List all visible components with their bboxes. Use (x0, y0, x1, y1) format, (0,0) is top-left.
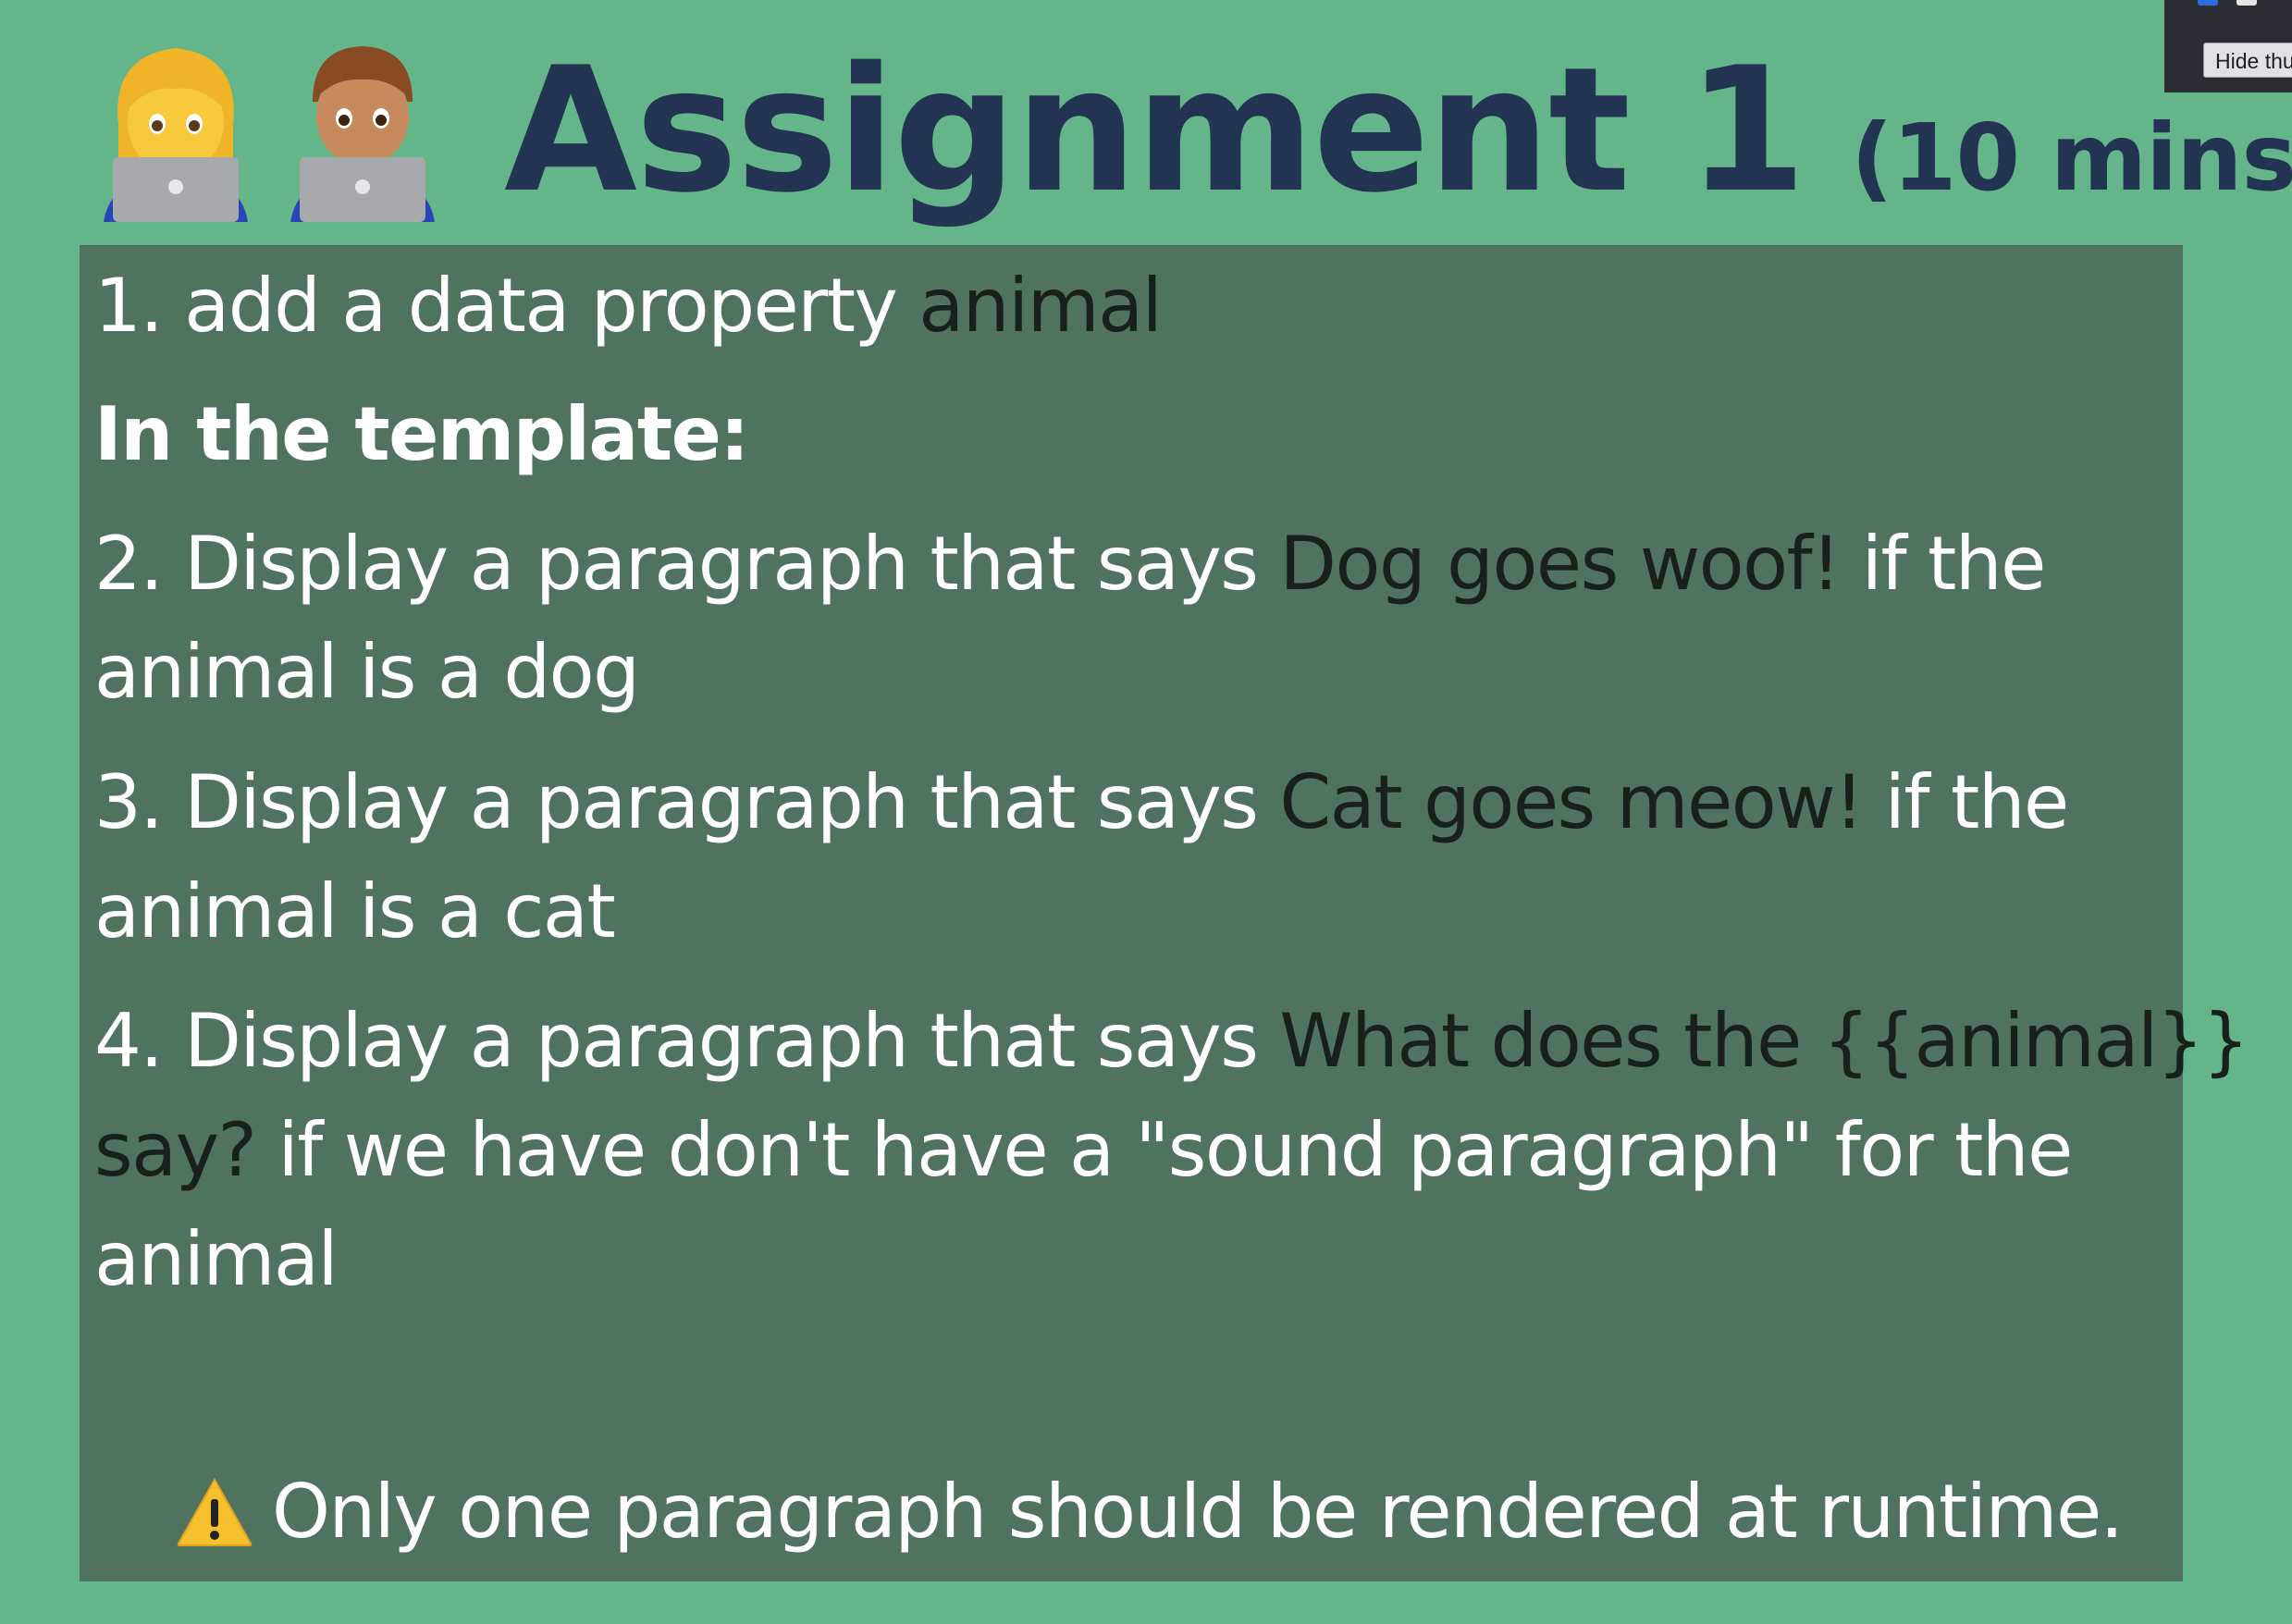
title-text: Assignment 1 (504, 30, 1806, 230)
step-4-line-2: say? if we have don't have a "sound para… (94, 1104, 2073, 1197)
template-heading: In the template: (94, 391, 749, 477)
thumbnail-indicator (2237, 0, 2257, 6)
step-4-code-end: say? (94, 1107, 257, 1193)
instructions-box: 1. add a data property animal In the tem… (80, 245, 2249, 1581)
woman-technologist-icon (92, 37, 259, 222)
step-3-continuation: animal is a cat (94, 868, 616, 954)
thumbnail-indicator (2198, 0, 2218, 6)
step-1-code: animal (918, 263, 1163, 349)
warning-text: Only one paragraph should be rendered at… (272, 1469, 2124, 1555)
man-technologist-icon (279, 37, 446, 222)
step-4: 4. Display a paragraph that says What do… (94, 995, 2249, 1088)
warning-icon (177, 1477, 253, 1546)
step-4-code: What does the {{animal}} (1279, 998, 2249, 1084)
slide-title: Assignment 1 (10 mins) (504, 33, 2292, 228)
step-2: 2. Display a paragraph that says Dog goe… (94, 518, 2047, 610)
step-3-code: Cat goes meow! (1279, 759, 1864, 845)
step-3-suffix: if the (1862, 759, 2070, 845)
step-4-continuation: animal (94, 1216, 339, 1302)
step-2-suffix: if the (1839, 521, 2047, 607)
step-1-text: 1. add a data property (94, 263, 919, 349)
step-2-code: Dog goes woof! (1279, 521, 1841, 607)
step-4-text: 4. Display a paragraph that says (94, 998, 1280, 1084)
step-3: 3. Display a paragraph that says Cat goe… (94, 757, 2070, 849)
duration-text: (10 mins) (1851, 104, 2292, 212)
slide-header: Assignment 1 (10 mins) (0, 0, 2292, 240)
step-4-suffix: if we have don't have a "sound paragraph… (255, 1107, 2073, 1193)
step-1: 1. add a data property animal (94, 260, 1163, 352)
zoom-thumbnail-panel: Hide thu (2164, 0, 2292, 92)
step-2-text: 2. Display a paragraph that says (94, 521, 1280, 607)
runtime-warning: Only one paragraph should be rendered at… (176, 1466, 2124, 1558)
step-3-text: 3. Display a paragraph that says (94, 759, 1280, 845)
hide-thumbnail-button[interactable]: Hide thu (2203, 43, 2292, 78)
step-2-continuation: animal is a dog (94, 629, 640, 715)
